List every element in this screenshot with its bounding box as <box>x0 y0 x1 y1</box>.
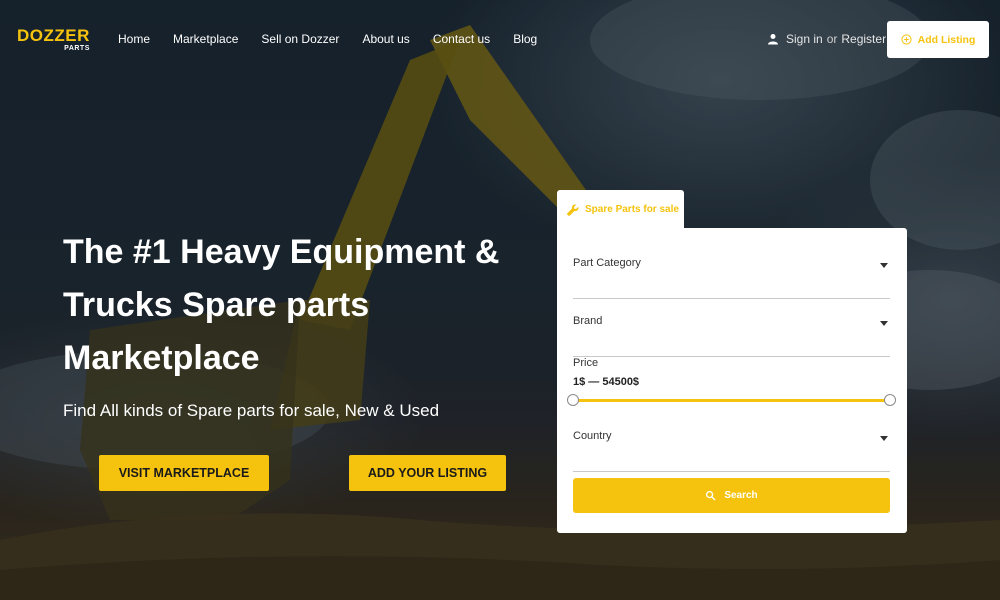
plus-circle-icon <box>901 34 912 45</box>
tab-label: Spare Parts for sale <box>585 204 679 215</box>
register-link[interactable]: Register <box>841 32 886 46</box>
hero-subtitle: Find All kinds of Spare parts for sale, … <box>63 401 440 420</box>
search-label: Search <box>724 490 758 501</box>
search-button[interactable]: Search <box>573 478 890 513</box>
visit-marketplace-button[interactable]: VISIT MARKETPLACE <box>99 455 269 491</box>
slider-track <box>573 399 890 402</box>
parts-search-card: Part Category Brand Price 1$ — 54500$ Co… <box>557 228 907 533</box>
tab-spare-parts-for-sale[interactable]: Spare Parts for sale <box>557 190 684 229</box>
country-label: Country <box>573 430 612 442</box>
part-category-label: Part Category <box>573 257 641 269</box>
main-nav: Home Marketplace Sell on Dozzer About us… <box>118 32 560 46</box>
nav-sell-on-dozzer[interactable]: Sell on Dozzer <box>261 32 339 46</box>
wrench-icon <box>567 204 579 216</box>
price-label: Price <box>573 357 599 369</box>
nav-contact-us[interactable]: Contact us <box>433 32 490 46</box>
add-listing-button[interactable]: Add Listing <box>887 21 989 58</box>
user-icon <box>768 34 778 45</box>
add-your-listing-button[interactable]: ADD YOUR LISTING <box>349 455 506 491</box>
brand-select[interactable]: Brand <box>573 315 890 357</box>
caret-down-icon <box>880 321 888 326</box>
nav-about-us[interactable]: About us <box>362 32 409 46</box>
search-icon <box>706 490 716 501</box>
sign-in-link[interactable]: Sign in <box>786 32 823 46</box>
site-header: DOZZER PARTS Home Marketplace Sell on Do… <box>0 0 1000 80</box>
hero-title: The #1 Heavy Equipment & Trucks Spare pa… <box>63 233 500 377</box>
slider-min-handle[interactable] <box>567 394 579 406</box>
logo-subtitle: PARTS <box>64 45 90 52</box>
brand-label: Brand <box>573 315 603 327</box>
site-logo[interactable]: DOZZER PARTS <box>17 27 90 52</box>
price-range-value: 1$ — 54500$ <box>573 376 640 388</box>
caret-down-icon <box>880 436 888 441</box>
logo-wordmark: DOZZER <box>17 26 90 45</box>
nav-home[interactable]: Home <box>118 32 150 46</box>
country-select[interactable]: Country <box>573 430 890 472</box>
nav-marketplace[interactable]: Marketplace <box>173 32 238 46</box>
account-links: Sign in or Register <box>767 32 886 46</box>
nav-blog[interactable]: Blog <box>513 32 537 46</box>
part-category-select[interactable]: Part Category <box>573 257 890 299</box>
price-range-slider[interactable] <box>567 393 896 407</box>
slider-max-handle[interactable] <box>884 394 896 406</box>
or-separator: or <box>826 32 838 46</box>
add-listing-label: Add Listing <box>917 33 976 46</box>
caret-down-icon <box>880 263 888 268</box>
